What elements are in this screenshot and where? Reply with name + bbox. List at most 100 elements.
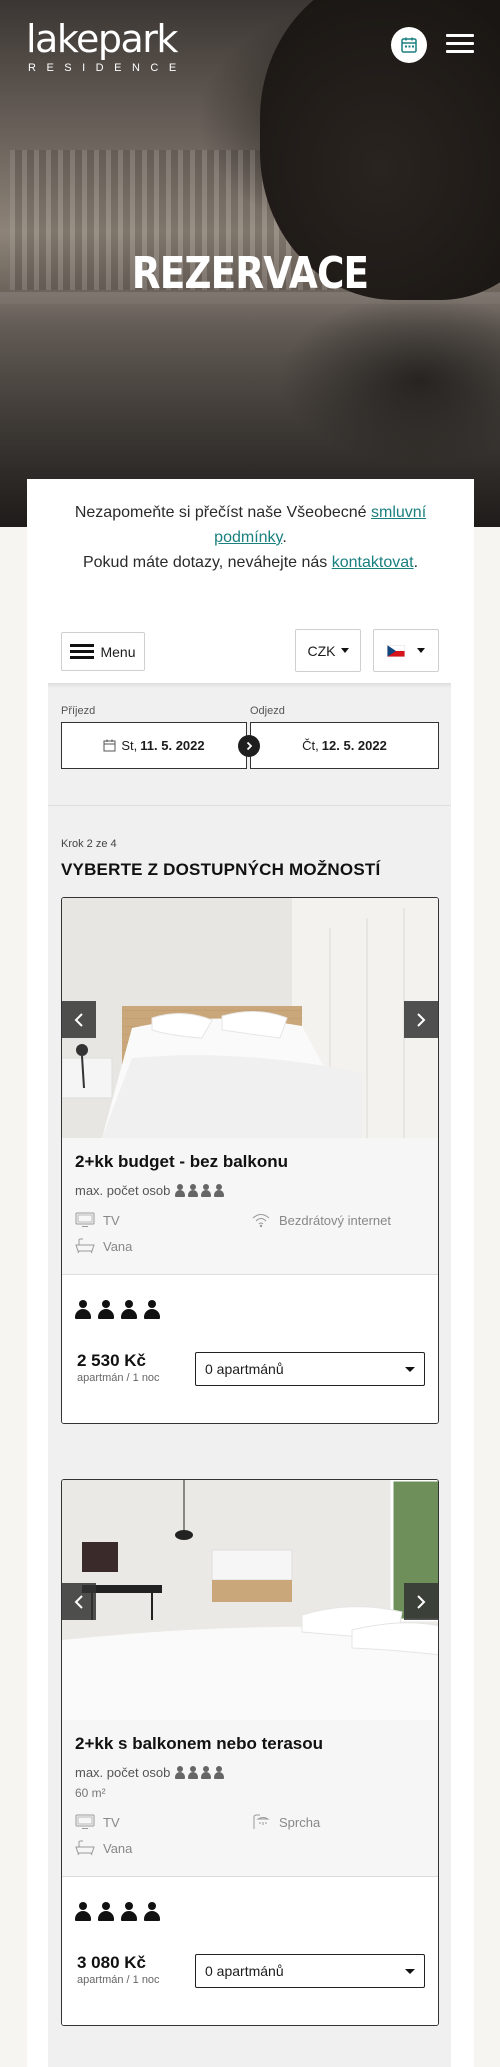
bedroom-photo: [62, 898, 438, 1138]
person-icon: [121, 1902, 137, 1921]
amenity-bathtub: Vana: [75, 1238, 251, 1254]
room-area: 60 m²: [75, 1786, 106, 1800]
notice-text: Nezapomeňte si přečíst naše Všeobecné: [74, 504, 372, 521]
room-card: 2+kk s balkonem nebo terasou max. počet …: [61, 1479, 439, 2026]
room-details: 2+kk budget - bez balkonu max. počet oso…: [62, 1138, 438, 1274]
person-icon: [98, 1300, 114, 1319]
caret-down-icon: [405, 1969, 415, 1974]
room-name: 2+kk budget - bez balkonu: [75, 1152, 289, 1171]
room-booking: 2 530 Kč apartmán / 1 noc 0 apartmánů: [62, 1274, 438, 1423]
logo-wordmark: lakepark: [26, 17, 178, 61]
calendar-icon: [401, 37, 417, 53]
room-booking: 3 080 Kč apartmán / 1 noc 0 apartmánů: [62, 1876, 438, 2025]
person-icon: [75, 1300, 91, 1319]
booking-menu-button[interactable]: Menu: [61, 632, 145, 671]
person-icon: [75, 1902, 91, 1921]
caret-down-icon: [405, 1367, 415, 1372]
room-details: 2+kk s balkonem nebo terasou max. počet …: [62, 1720, 438, 1876]
amenity-label: Vana: [103, 1840, 133, 1856]
select-value: 0 apartmánů: [205, 1361, 284, 1377]
notice-punct-2: .: [413, 554, 419, 571]
terms-notice: Nezapomeňte si přečíst naše Všeobecné sm…: [27, 500, 474, 575]
currency-dropdown[interactable]: CZK: [295, 629, 361, 672]
amenity-label: TV: [103, 1212, 120, 1228]
apartment-count-select[interactable]: 0 apartmánů: [195, 1954, 425, 1988]
calendar-icon: [103, 739, 116, 752]
panel-shadow: [48, 683, 451, 688]
chevron-right-icon: [417, 1594, 426, 1609]
room-card: 2+kk budget - bez balkonu max. počet oso…: [61, 897, 439, 1424]
max-persons: max. počet osob: [75, 1765, 425, 1780]
step-title: VYBERTE Z DOSTUPNÝCH MOŽNOSTÍ: [61, 860, 381, 879]
price-unit: apartmán / 1 noc: [77, 1974, 160, 1986]
chevron-left-icon: [74, 1594, 83, 1609]
photo-prev-button[interactable]: [62, 1001, 96, 1038]
photo-next-button[interactable]: [404, 1583, 438, 1620]
chevron-down-icon: [417, 648, 425, 653]
amenity-label: Bezdrátový internet: [279, 1212, 392, 1228]
amenity-label: Vana: [103, 1238, 133, 1254]
amenity-tv: TV: [75, 1212, 251, 1228]
departure-date-field[interactable]: Čt, 12. 5. 2022: [250, 722, 439, 769]
amenities: TV Sprcha Vana: [75, 1814, 425, 1876]
calendar-button[interactable]: [391, 27, 427, 63]
person-icon: [144, 1300, 160, 1319]
menu-icon: [70, 641, 95, 662]
notice-punct: .: [282, 529, 287, 546]
tv-icon: [75, 1212, 95, 1227]
person-icon: [175, 1766, 186, 1779]
amenity-shower: Sprcha: [251, 1814, 427, 1830]
room-price: 3 080 Kč: [77, 1953, 146, 1972]
max-persons: max. počet osob: [75, 1183, 425, 1198]
max-persons-label: max. počet osob: [75, 1765, 171, 1780]
logo-subtitle: RESIDENCE: [28, 62, 187, 74]
currency-value: CZK: [307, 642, 336, 659]
bathtub-icon: [75, 1238, 95, 1254]
room-name: 2+kk s balkonem nebo terasou: [75, 1734, 324, 1753]
booking-menu-label: Menu: [100, 643, 136, 660]
arrival-date-field[interactable]: St, 11. 5. 2022: [61, 722, 247, 769]
person-icon: [188, 1184, 199, 1197]
amenity-bathtub: Vana: [75, 1840, 251, 1856]
hamburger-line: [446, 50, 474, 53]
capacity-icons: [75, 1300, 425, 1319]
amenity-tv: TV: [75, 1814, 251, 1830]
person-icon: [144, 1902, 160, 1921]
language-dropdown[interactable]: [373, 629, 439, 672]
tv-icon: [75, 1814, 95, 1829]
chevron-right-icon: [417, 1012, 426, 1027]
contact-link[interactable]: kontaktovat: [332, 554, 414, 571]
person-icon: [121, 1300, 137, 1319]
person-icon: [214, 1184, 225, 1197]
person-icon: [201, 1184, 212, 1197]
notice-text-2: Pokud máte dotazy, neváhejte nás: [82, 554, 332, 571]
page-title: REZERVACE: [131, 248, 369, 299]
wifi-icon: [252, 1214, 270, 1228]
amenities: TV Bezdrátový internet Vana: [75, 1212, 425, 1274]
divider: [48, 805, 451, 806]
site-logo[interactable]: lakepark RESIDENCE: [26, 20, 187, 74]
room-photo: [62, 898, 438, 1138]
chevron-left-icon: [74, 1012, 83, 1027]
shower-icon: [253, 1814, 270, 1829]
amenity-wifi: Bezdrátový internet: [251, 1212, 427, 1228]
capacity-icons: [75, 1902, 425, 1921]
apartment-count-select[interactable]: 0 apartmánů: [195, 1352, 425, 1386]
hamburger-menu-button[interactable]: [446, 34, 474, 56]
step-counter: Krok 2 ze 4: [61, 838, 117, 850]
czech-flag-icon: [387, 644, 405, 657]
person-icon: [188, 1766, 199, 1779]
select-value: 0 apartmánů: [205, 1963, 284, 1979]
max-persons-label: max. počet osob: [75, 1183, 171, 1198]
departure-label: Odjezd: [250, 705, 285, 717]
photo-next-button[interactable]: [404, 1001, 438, 1038]
arrival-label: Příjezd: [61, 705, 96, 717]
amenity-label: TV: [103, 1814, 120, 1830]
departure-day: Čt,: [302, 738, 319, 753]
arrow-right-icon: [238, 735, 260, 757]
bedroom-living-photo: [62, 1480, 438, 1720]
person-icon: [98, 1902, 114, 1921]
departure-date: 12. 5. 2022: [321, 738, 387, 753]
person-icon: [175, 1184, 186, 1197]
photo-prev-button[interactable]: [62, 1583, 96, 1620]
